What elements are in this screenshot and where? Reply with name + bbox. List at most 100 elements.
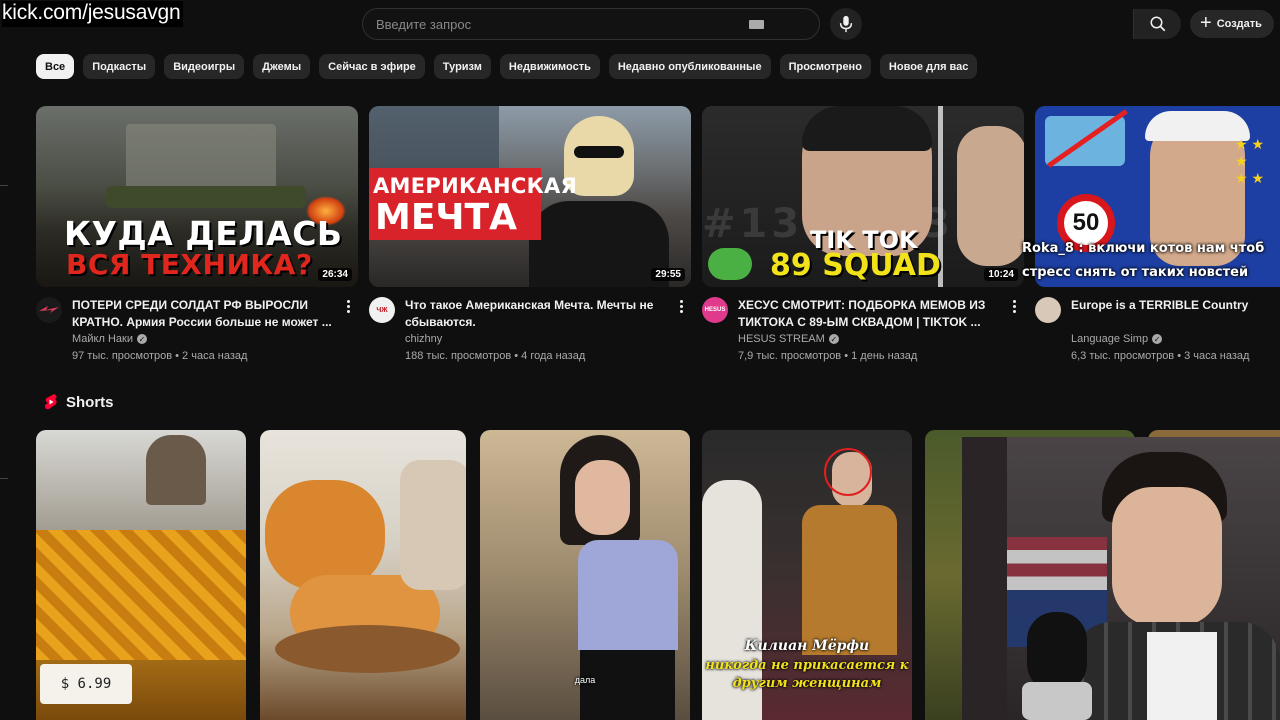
- chip-realestate[interactable]: Недвижимость: [499, 54, 600, 79]
- search-icon: [1150, 16, 1165, 32]
- short-card[interactable]: $ 6.99: [36, 430, 246, 720]
- thumbnail-building-shape: [369, 106, 499, 176]
- webcam-mic-mount-shape: [1022, 682, 1092, 720]
- plus-icon: +: [1200, 12, 1212, 34]
- thumbnail-vehicle-shape: [126, 124, 276, 194]
- webcam-tshirt-shape: [1147, 632, 1217, 720]
- avatar-logo-icon: HESUS: [704, 307, 726, 313]
- video-title[interactable]: Что такое Американская Мечта. Мечты не с…: [405, 297, 665, 331]
- short-face-shape: [575, 460, 630, 535]
- more-actions-icon[interactable]: [673, 297, 689, 315]
- shorts-icon: [44, 394, 57, 410]
- keyboard-icon[interactable]: [749, 20, 764, 29]
- channel-name[interactable]: Language Simp: [1071, 333, 1148, 345]
- chip-new-for-you[interactable]: Новое для вас: [879, 54, 978, 79]
- video-stats: 7,9 тыс. просмотров • 1 день назад: [738, 350, 918, 362]
- webcam-face-shape: [1112, 487, 1222, 627]
- webcam-microphone-shape: [1027, 612, 1087, 692]
- thumbnail-pepe-shape: [708, 248, 752, 280]
- thumbnail-sunglasses: [574, 146, 624, 158]
- thumbnail-headline-2: ВСЯ ТЕХНИКА?: [66, 248, 313, 281]
- shorts-title: Shorts: [66, 393, 114, 411]
- stream-chat-message: Roka_8 : включи котов нам чтоб стресс сн…: [1022, 237, 1272, 285]
- chip-live[interactable]: Сейчас в эфире: [319, 54, 425, 79]
- thumbnail-face-2: [957, 126, 1024, 266]
- search-button[interactable]: [1133, 9, 1181, 39]
- short-caption: дала: [574, 675, 596, 685]
- short-skirt-shape: [580, 650, 675, 720]
- short-shirt-shape: [578, 540, 678, 650]
- video-duration: 26:34: [318, 268, 352, 281]
- video-card[interactable]: 50 ★ ★ ★ ★ ★ Europe is a TERRIBLE Country …: [1035, 106, 1280, 362]
- short-person-shape: [146, 435, 206, 505]
- thumbnail-hair-1: [802, 106, 932, 151]
- avatar-logo-icon: ЧЖ: [376, 306, 388, 314]
- short-card[interactable]: Килиан Мёрфи никогда не прикасается к др…: [702, 430, 912, 720]
- short-card[interactable]: дала: [480, 430, 690, 720]
- verified-icon: ✓: [136, 334, 147, 344]
- create-label: Создать: [1216, 18, 1262, 30]
- more-actions-icon[interactable]: [340, 297, 356, 315]
- microphone-icon: [839, 15, 853, 33]
- short-caption-line-3: другим женщинам: [732, 676, 882, 691]
- short-jacket-shape: [802, 505, 897, 655]
- video-thumbnail[interactable]: #131 #131 TIK TOK 89 SQUAD 10:24: [702, 106, 1024, 287]
- chip-podcasts[interactable]: Подкасты: [83, 54, 156, 79]
- channel-name[interactable]: HESUS STREAM: [738, 333, 825, 345]
- webcam-wall-shape: [962, 437, 1007, 720]
- video-card[interactable]: #131 #131 TIK TOK 89 SQUAD 10:24 HESUS Х…: [702, 106, 1024, 362]
- more-actions-icon[interactable]: [1006, 297, 1022, 315]
- chip-jams[interactable]: Джемы: [253, 54, 311, 79]
- thumbnail-person-body: [529, 201, 669, 287]
- video-stats: 188 тыс. просмотров • 4 года назад: [405, 350, 586, 362]
- channel-avatar[interactable]: [36, 297, 62, 323]
- chip-videogames[interactable]: Видеоигры: [164, 54, 245, 79]
- short-caption-line-1: Килиан Мёрфи: [744, 638, 870, 654]
- thumbnail-headline-2: 89 SQUAD: [770, 248, 941, 283]
- streamer-webcam: [962, 437, 1280, 720]
- left-edge-marker: [0, 185, 8, 186]
- chip-all[interactable]: Все: [36, 54, 75, 79]
- short-candy-pile: [36, 530, 246, 660]
- channel-avatar[interactable]: ЧЖ: [369, 297, 395, 323]
- chip-recently-uploaded[interactable]: Недавно опубликованные: [608, 54, 771, 79]
- video-card[interactable]: АМЕРИКАНСКАЯ МЕЧТА 29:55 ЧЖ Что такое Ам…: [369, 106, 691, 362]
- short-highlight-circle: [824, 448, 872, 496]
- short-arm-shape: [400, 460, 466, 590]
- video-thumbnail[interactable]: КУДА ДЕЛАСЬ ВСЯ ТЕХНИКА? 26:34: [36, 106, 358, 287]
- verified-icon: ✓: [1152, 334, 1163, 344]
- short-price-tag: $ 6.99: [40, 664, 132, 704]
- video-title[interactable]: Europe is a TERRIBLE Country: [1071, 297, 1271, 314]
- video-duration: 29:55: [651, 268, 685, 281]
- thumbnail-headline-2: МЕЧТА: [375, 197, 517, 238]
- video-duration: 10:24: [984, 268, 1018, 281]
- channel-avatar[interactable]: HESUS: [702, 297, 728, 323]
- video-title[interactable]: ПОТЕРИ СРЕДИ СОЛДАТ РФ ВЫРОСЛИ КРАТНО. А…: [72, 297, 332, 331]
- channel-name[interactable]: chizhny: [405, 333, 442, 345]
- avatar-logo-icon: [39, 306, 59, 313]
- chat-username: Roka_8: [1022, 241, 1074, 256]
- filter-chips: Все Подкасты Видеоигры Джемы Сейчас в эф…: [36, 54, 978, 79]
- voice-search-button[interactable]: [830, 8, 862, 40]
- video-title[interactable]: ХЕСУС СМОТРИТ: ПОДБОРКА МЕМОВ ИЗ ТИКТОКА…: [738, 297, 998, 331]
- video-stats: 6,3 тыс. просмотров • 3 часа назад: [1071, 350, 1250, 362]
- shorts-section-header: Shorts: [44, 393, 114, 411]
- short-caption-line-2: никогда не прикасается к: [705, 658, 909, 673]
- thumbnail-tank-shape: [106, 186, 306, 208]
- search-input[interactable]: [363, 9, 773, 39]
- video-card[interactable]: КУДА ДЕЛАСЬ ВСЯ ТЕХНИКА? 26:34 ПОТЕРИ СР…: [36, 106, 358, 362]
- short-card[interactable]: [260, 430, 466, 720]
- short-cat-shape: [265, 480, 385, 590]
- thumbnail-eu-stars: ★ ★ ★ ★ ★: [1235, 136, 1264, 186]
- channel-name[interactable]: Майкл Наки: [72, 333, 133, 345]
- chip-watched[interactable]: Просмотрено: [779, 54, 871, 79]
- thumbnail-headline-1: АМЕРИКАНСКАЯ: [373, 174, 578, 198]
- chip-tourism[interactable]: Туризм: [433, 54, 491, 79]
- search-box: [362, 8, 1181, 40]
- channel-avatar[interactable]: [1035, 297, 1061, 323]
- video-thumbnail[interactable]: АМЕРИКАНСКАЯ МЕЧТА 29:55: [369, 106, 691, 287]
- create-button[interactable]: + Создать: [1190, 10, 1274, 38]
- verified-icon: ✓: [828, 334, 839, 344]
- short-board-shape: [275, 625, 460, 673]
- left-edge-marker: [0, 478, 8, 479]
